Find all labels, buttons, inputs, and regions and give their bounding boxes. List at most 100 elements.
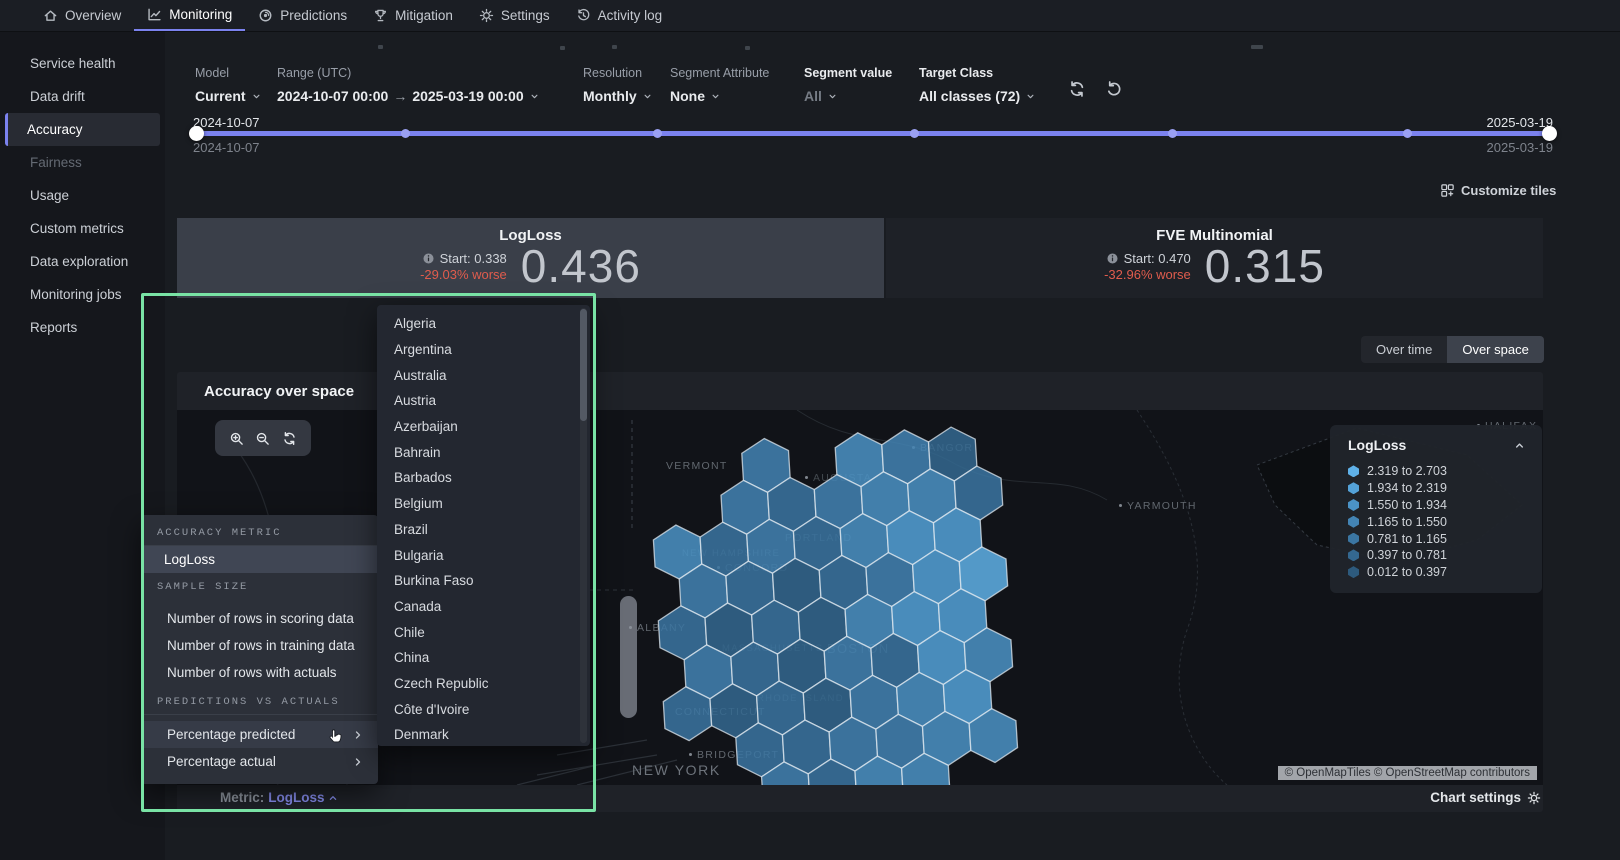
resolution-select[interactable]: Monthly [583,88,653,104]
legend-swatch [1348,465,1359,477]
menu-item-rows-scoring[interactable]: Number of rows in scoring data [141,605,378,632]
segment-attribute-select[interactable]: None [670,88,769,104]
timeline-start-date-secondary: 2024-10-07 [193,140,260,155]
timeline-handle-end[interactable] [1542,126,1557,141]
submenu-item-bahrain[interactable]: Bahrain [377,439,590,465]
sidebar-item-reports[interactable]: Reports [5,311,160,344]
zoom-reset-icon[interactable] [282,431,297,446]
segment-attribute-value: None [670,88,705,104]
customize-tiles-button[interactable]: Customize tiles [1440,183,1556,198]
timeline-tick[interactable] [653,129,662,138]
sidebar-label: Usage [30,188,69,203]
submenu-scrollbar-thumb[interactable] [580,309,587,421]
chart-settings-button[interactable]: Chart settings [1430,790,1541,805]
tile-delta: -29.03% worse [420,267,507,282]
menu-item-label: Number of rows in training data [167,638,355,653]
menu-item-percentage-predicted[interactable]: Percentage predicted [141,721,378,748]
target-class-select[interactable]: All classes (72) [919,88,1036,104]
toggle-over-time[interactable]: Over time [1361,336,1447,363]
nav-predictions[interactable]: Predictions [245,0,360,31]
sidebar-item-monitoring-jobs[interactable]: Monitoring jobs [5,278,160,311]
menu-item-logloss[interactable]: LogLoss [141,546,378,573]
refresh-button[interactable] [1068,80,1086,98]
submenu-item-brazil[interactable]: Brazil [377,517,590,543]
sidebar-label: Service health [30,56,116,71]
info-icon[interactable] [1106,252,1119,265]
range-label: Range (UTC) [277,66,540,80]
submenu-item-algeria[interactable]: Algeria [377,311,590,337]
legend-swatch [1348,499,1359,511]
chevron-right-icon [352,756,364,768]
home-icon [43,8,58,23]
segment-value-select[interactable]: All [804,88,892,104]
sidebar-item-usage[interactable]: Usage [5,179,160,212]
submenu-item-barbados[interactable]: Barbados [377,465,590,491]
submenu-item-cote-divoire[interactable]: Côte d'Ivoire [377,696,590,722]
timeline-handle-start[interactable] [189,126,204,141]
nav-activity-log[interactable]: Activity log [563,0,676,31]
submenu-item-china[interactable]: China [377,645,590,671]
metric-tile-logloss[interactable]: LogLoss Start: 0.338 -29.03% worse 0.436 [177,218,884,298]
menu-item-rows-training[interactable]: Number of rows in training data [141,632,378,659]
nav-overview[interactable]: Overview [30,0,134,31]
cropped-text-remnant [560,46,565,50]
chevron-down-icon [1025,91,1036,102]
gear-icon [1527,791,1541,805]
legend-entry: 0.397 to 0.781 [1348,547,1526,564]
metric-value: LogLoss [268,790,324,805]
model-select[interactable]: Current [195,88,262,104]
sidebar-item-service-health[interactable]: Service health [5,47,160,80]
submenu-item-argentina[interactable]: Argentina [377,337,590,363]
trophy-icon [373,8,388,23]
metric-tile-fve-multinomial[interactable]: FVE Multinomial Start: 0.470 -32.96% wor… [886,218,1543,298]
toggle-over-space[interactable]: Over space [1447,336,1543,363]
sidebar-item-data-exploration[interactable]: Data exploration [5,245,160,278]
scrollbar-thumb[interactable] [620,596,637,718]
legend-swatch [1348,516,1359,528]
zoom-in-icon[interactable] [229,431,244,446]
sidebar-item-custom-metrics[interactable]: Custom metrics [5,212,160,245]
sidebar-item-fairness[interactable]: Fairness [5,146,160,179]
legend-entry: 1.550 to 1.934 [1348,497,1526,514]
submenu-item-belgium[interactable]: Belgium [377,491,590,517]
submenu-item-chile[interactable]: Chile [377,619,590,645]
submenu-item-czech-republic[interactable]: Czech Republic [377,671,590,697]
legend-entry: 0.012 to 0.397 [1348,564,1526,581]
model-value: Current [195,88,246,104]
submenu-item-burkina-faso[interactable]: Burkina Faso [377,568,590,594]
timeline-tick[interactable] [401,129,410,138]
line-chart-icon [147,7,162,22]
menu-item-percentage-actual[interactable]: Percentage actual [141,748,378,775]
zoom-out-icon[interactable] [255,431,270,446]
range-arrow-icon: → [393,88,407,104]
menu-section-sample-size: SAMPLE SIZE [141,573,378,599]
submenu-item-canada[interactable]: Canada [377,594,590,620]
range-select[interactable]: 2024-10-07 00:00→2025-03-19 00:00 [277,88,540,104]
top-nav: Overview Monitoring Predictions Mitigati… [0,0,1620,32]
submenu-item-austria[interactable]: Austria [377,388,590,414]
customize-tiles-icon [1440,183,1455,198]
sidebar-label: Data exploration [30,254,128,269]
legend-collapse-icon[interactable] [1513,439,1526,452]
timeline-slider-track[interactable] [193,131,1553,136]
menu-item-label: Percentage predicted [167,727,295,742]
timeline-tick[interactable] [910,129,919,138]
legend-range: 1.165 to 1.550 [1367,515,1447,529]
metric-dropdown-button[interactable]: LogLoss [268,790,338,805]
sidebar-item-accuracy[interactable]: Accuracy [5,113,160,146]
submenu-item-azerbaijan[interactable]: Azerbaijan [377,414,590,440]
nav-settings-label: Settings [501,8,550,23]
nav-monitoring[interactable]: Monitoring [134,0,245,31]
nav-settings[interactable]: Settings [466,0,563,31]
menu-item-rows-actuals[interactable]: Number of rows with actuals [141,659,378,686]
map-zoom-controls [215,420,311,456]
revert-button[interactable] [1105,80,1123,98]
submenu-item-denmark[interactable]: Denmark [377,722,590,746]
nav-mitigation[interactable]: Mitigation [360,0,466,31]
info-icon[interactable] [422,252,435,265]
submenu-item-australia[interactable]: Australia [377,362,590,388]
submenu-item-bulgaria[interactable]: Bulgaria [377,542,590,568]
chart-title: Accuracy over space [204,383,354,400]
sidebar-item-data-drift[interactable]: Data drift [5,80,160,113]
cropped-text-remnant [378,45,383,49]
